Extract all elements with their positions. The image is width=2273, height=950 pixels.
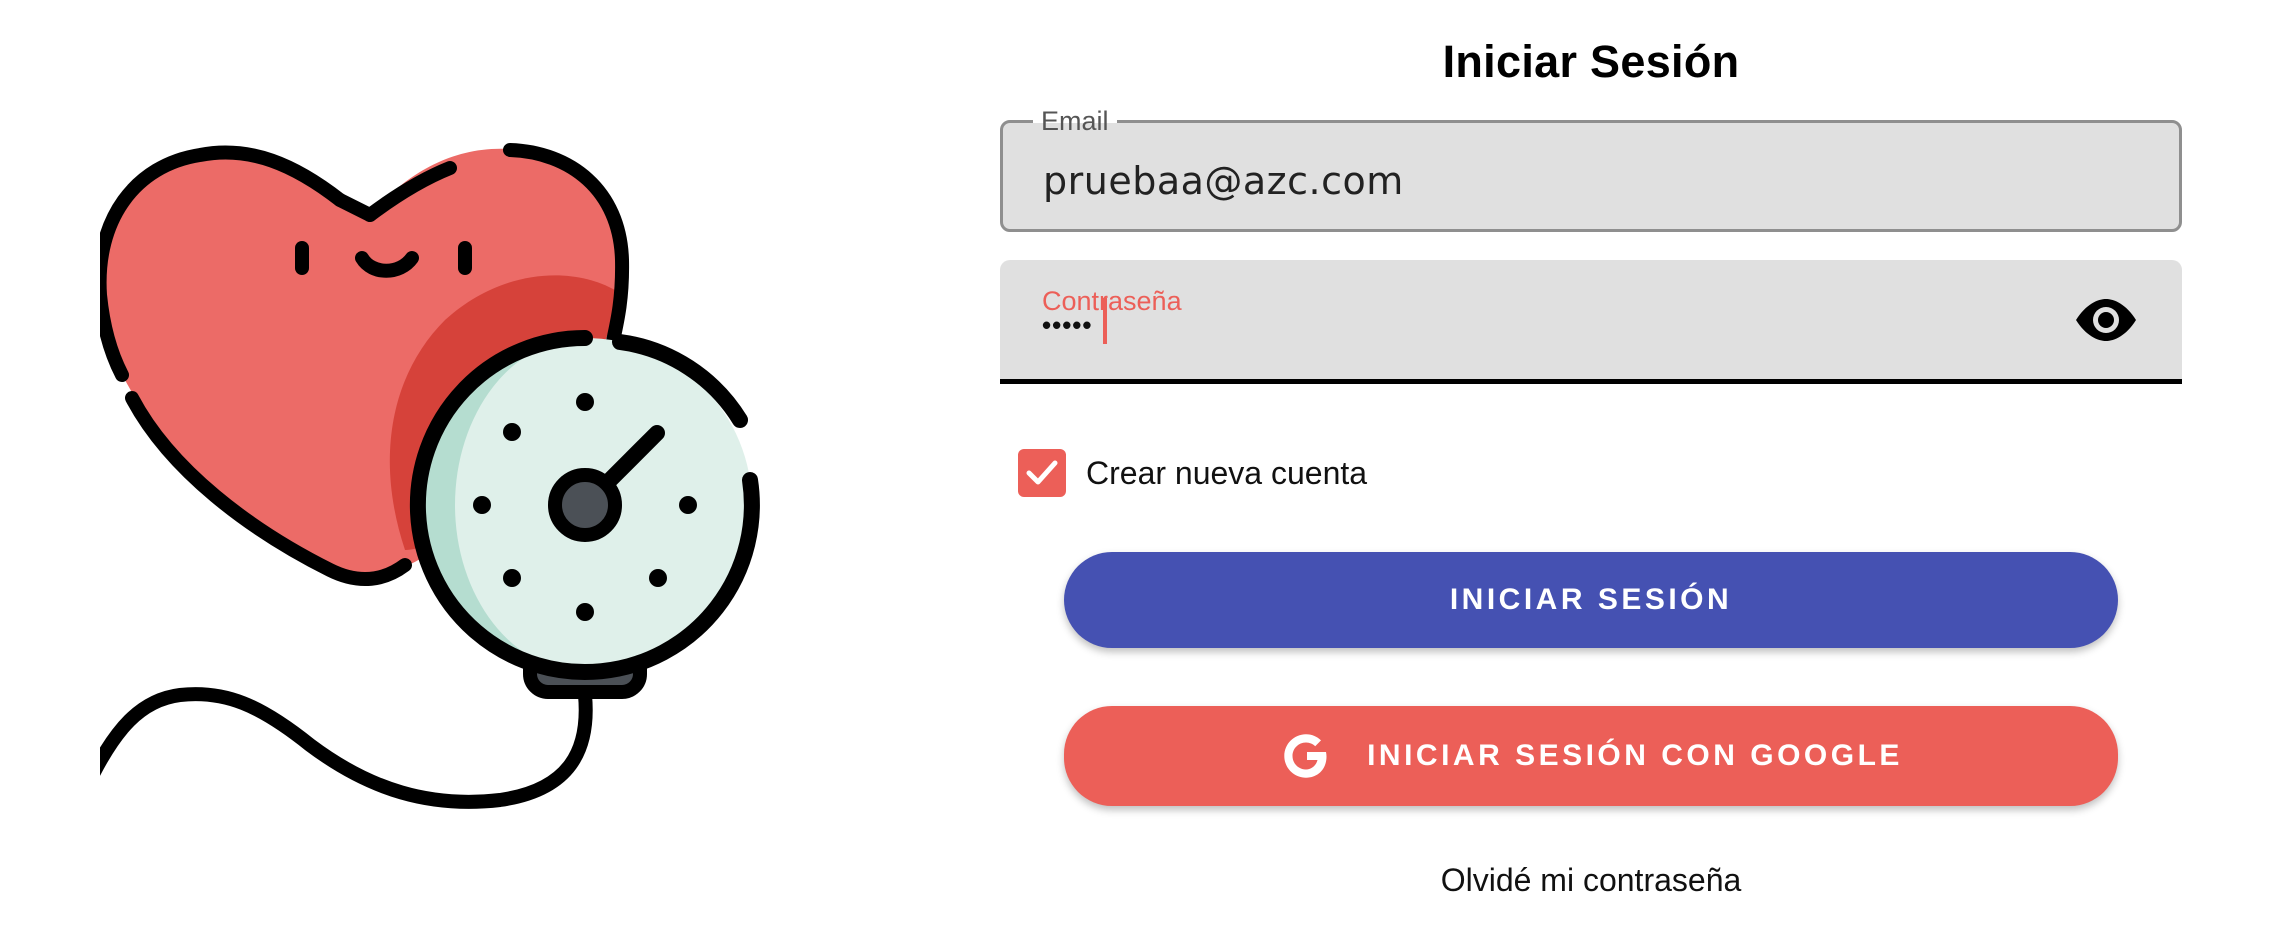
password-value[interactable]: •••••	[1042, 310, 1093, 341]
password-field[interactable]: Contraseña •••••	[1000, 260, 2182, 384]
create-account-checkbox[interactable]	[1018, 449, 1066, 497]
login-form: Iniciar Sesión Email pruebaa@azc.com Con…	[1000, 0, 2182, 950]
heart-blood-pressure-gauge-icon	[100, 143, 760, 809]
create-account-checkbox-row[interactable]: Crear nueva cuenta	[1018, 448, 1367, 498]
login-button[interactable]: INICIAR SESIÓN	[1064, 552, 2118, 648]
checkmark-icon	[1026, 460, 1058, 485]
create-account-label: Crear nueva cuenta	[1086, 454, 1368, 491]
google-icon	[1284, 734, 1327, 778]
login-button-label: INICIAR SESIÓN	[1449, 583, 1733, 616]
eye-icon[interactable]	[2074, 298, 2138, 342]
text-caret	[1103, 298, 1107, 344]
page-title: Iniciar Sesión	[1442, 36, 1740, 87]
email-label: Email	[1033, 106, 1117, 137]
email-field[interactable]: Email pruebaa@azc.com	[1000, 106, 2182, 232]
google-button-label: INICIAR SESIÓN CON GOOGLE	[1367, 739, 1903, 772]
forgot-password-link[interactable]: Olvidé mi contraseña	[1000, 862, 2182, 899]
google-login-button[interactable]: INICIAR SESIÓN CON GOOGLE	[1064, 706, 2118, 806]
email-value[interactable]: pruebaa@azc.com	[1043, 159, 1404, 203]
